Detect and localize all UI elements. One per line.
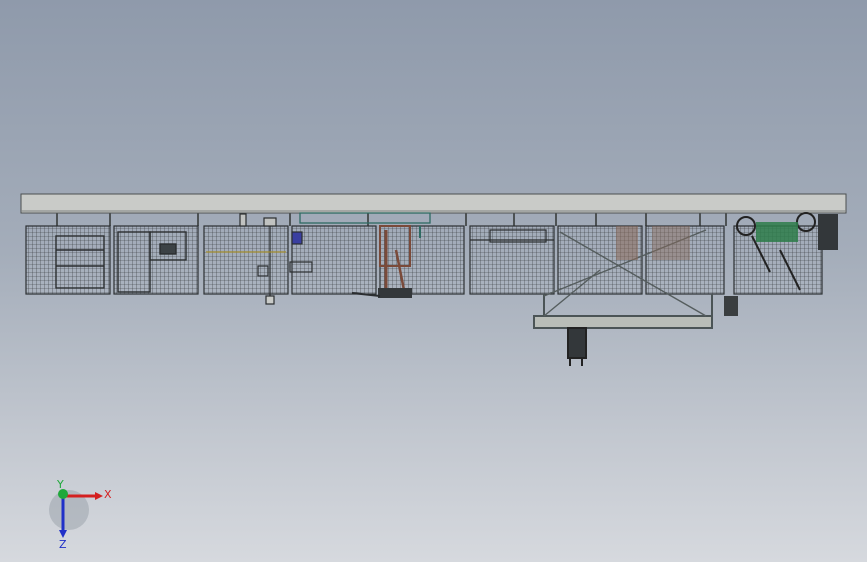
x-axis-head <box>95 492 103 500</box>
cad-viewport[interactable]: X Y Z <box>0 0 867 562</box>
safety-fence <box>25 225 823 295</box>
top-beam <box>20 193 847 214</box>
fence-panel-5 <box>379 225 465 295</box>
fence-panel-6 <box>469 225 555 295</box>
z-axis-head <box>59 530 67 538</box>
fence-panel-4 <box>291 225 377 295</box>
support-posts <box>56 213 727 226</box>
y-axis-label: Y <box>56 480 64 491</box>
orientation-triad: X Y Z <box>49 480 112 550</box>
x-axis-label: X <box>104 488 112 501</box>
assembly-line-model[interactable] <box>0 0 867 562</box>
z-axis-label: Z <box>59 538 67 550</box>
fence-panel-3 <box>203 225 289 295</box>
